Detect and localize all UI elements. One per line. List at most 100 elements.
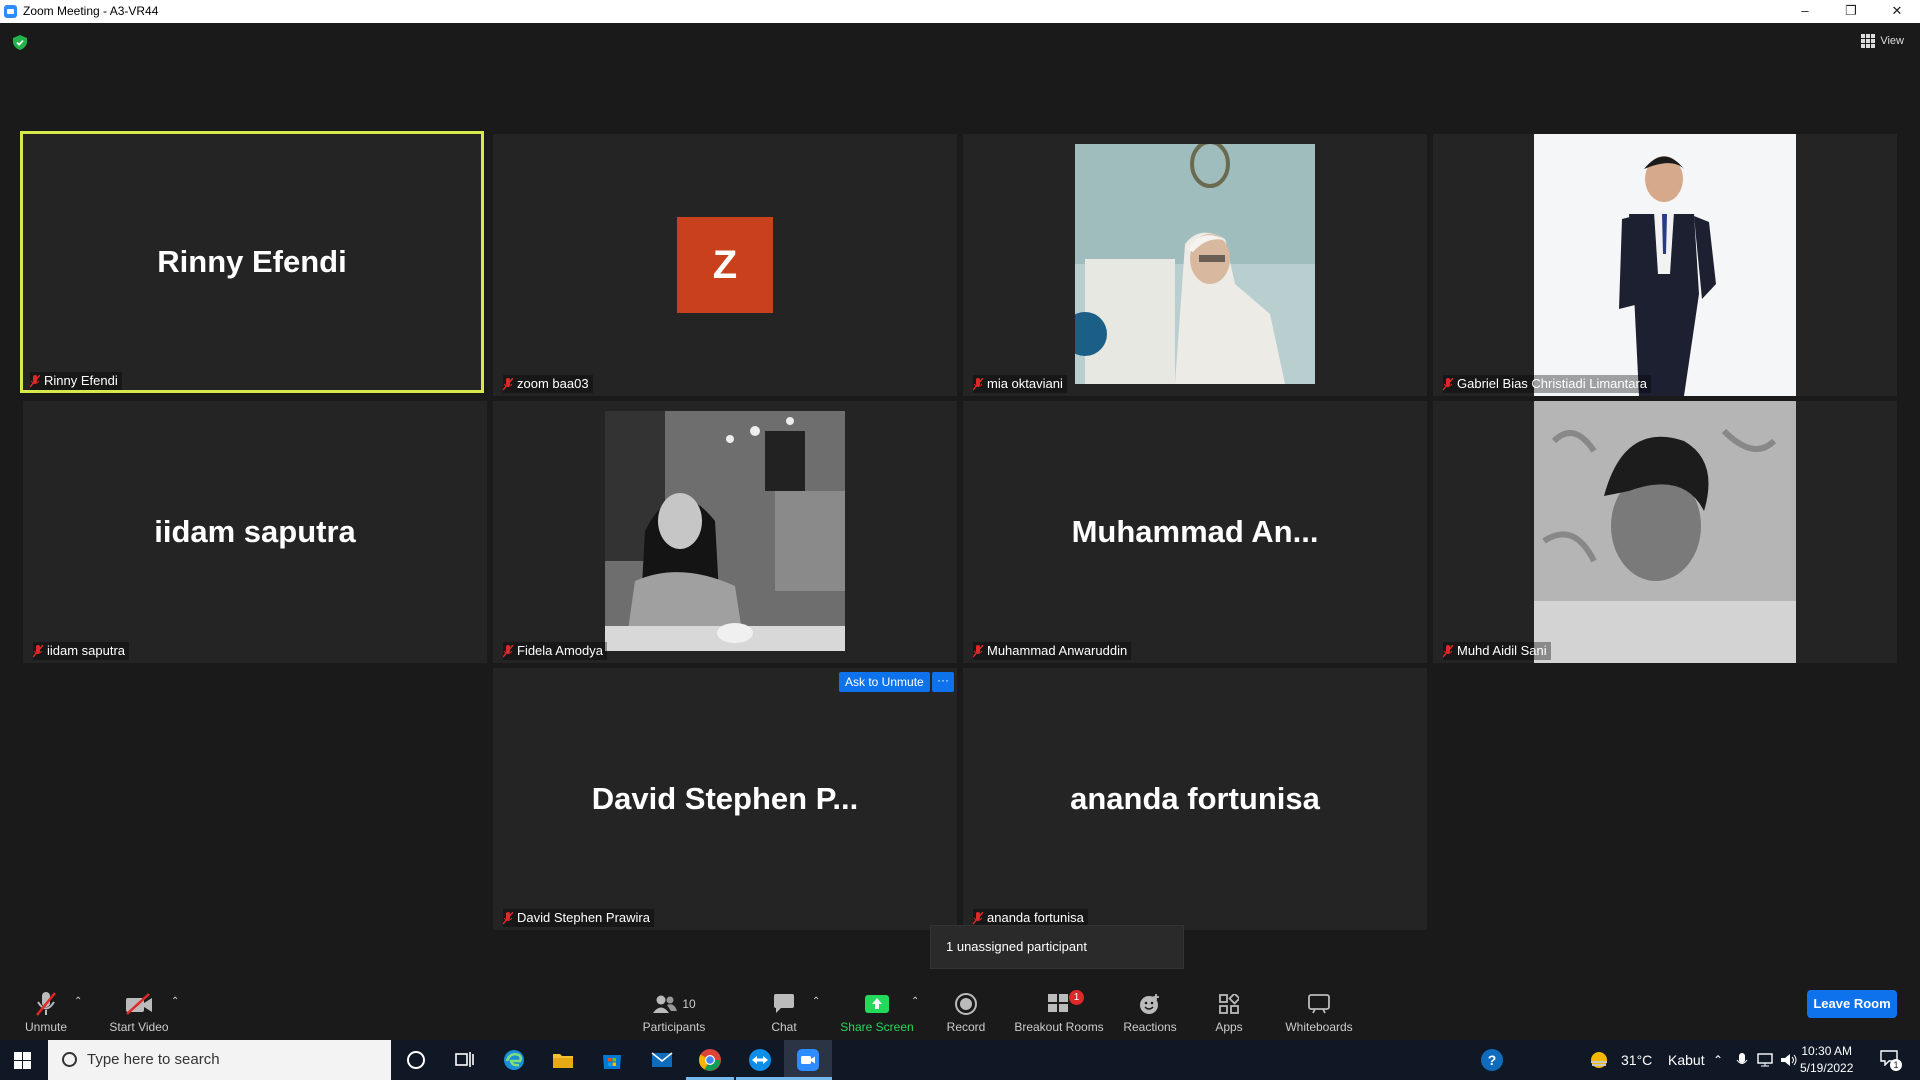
microphone-tray-icon[interactable]: [1734, 1052, 1750, 1068]
notification-center-button[interactable]: 1: [1880, 1050, 1902, 1071]
whiteboards-button[interactable]: Whiteboards: [1284, 990, 1354, 1034]
share-screen-icon: [865, 995, 889, 1013]
whiteboard-icon: [1308, 994, 1330, 1014]
reactions-button[interactable]: Reactions: [1122, 990, 1178, 1034]
video-tile-rinny-efendi[interactable]: Rinny Efendi Rinny Efendi: [20, 131, 484, 393]
participant-name: Rinny Efendi: [44, 373, 118, 388]
video-tile-david-stephen[interactable]: David Stephen P... David Stephen Prawira: [493, 668, 957, 930]
participant-name: mia oktaviani: [987, 376, 1063, 391]
clock-time: 10:30 AM: [1801, 1044, 1853, 1058]
apps-button[interactable]: Apps: [1210, 990, 1248, 1034]
breakout-rooms-icon: [1048, 994, 1068, 1012]
search-placeholder: Type here to search: [87, 1051, 220, 1068]
record-icon: [955, 993, 977, 1015]
windows-start-icon[interactable]: [14, 1052, 31, 1069]
close-icon[interactable]: ✕: [1874, 0, 1920, 23]
file-explorer-icon[interactable]: [551, 1048, 575, 1072]
apps-label: Apps: [1215, 1020, 1243, 1034]
video-tile-zoom-baa03[interactable]: Z zoom baa03: [493, 134, 957, 396]
mic-muted-icon: [973, 644, 983, 657]
participant-video: [1534, 134, 1796, 396]
edge-browser-icon[interactable]: [502, 1048, 526, 1072]
mic-muted-icon: [973, 911, 983, 924]
tile-display-name: ananda fortunisa: [1070, 781, 1320, 816]
grid-view-icon: [1861, 34, 1876, 48]
reactions-icon: [1140, 994, 1159, 1014]
video-tile-gabriel-bias[interactable]: Gabriel Bias Christiadi Limantara: [1433, 134, 1897, 396]
share-options-caret-icon[interactable]: ⌃: [911, 996, 919, 1007]
encryption-shield-icon[interactable]: [13, 35, 27, 50]
zoom-app-icon: [4, 5, 17, 18]
cortana-icon[interactable]: [404, 1048, 428, 1072]
participants-button[interactable]: 10 Participants: [638, 990, 710, 1034]
chat-button[interactable]: Chat: [764, 990, 804, 1034]
tile-more-options-button[interactable]: ···: [932, 672, 954, 692]
restore-icon[interactable]: ❐: [1828, 0, 1874, 23]
volume-icon[interactable]: [1780, 1052, 1798, 1068]
participant-name: David Stephen Prawira: [517, 910, 650, 925]
weather-temperature[interactable]: 31°C: [1621, 1040, 1652, 1080]
participant-video: [1534, 401, 1796, 663]
tile-name-label: mia oktaviani: [973, 375, 1067, 393]
window-titlebar: Zoom Meeting - A3-VR44 – ❐ ✕: [0, 0, 1920, 23]
breakout-rooms-button[interactable]: 1 Breakout Rooms: [1012, 990, 1106, 1034]
share-screen-label: Share Screen: [840, 1020, 914, 1034]
video-tile-iidam-saputra[interactable]: iidam saputra iidam saputra: [23, 401, 487, 663]
video-options-caret-icon[interactable]: ⌃: [171, 996, 179, 1007]
unassigned-participant-tooltip: 1 unassigned participant: [930, 925, 1184, 969]
search-icon: [62, 1052, 77, 1067]
teamviewer-icon[interactable]: [748, 1048, 772, 1072]
video-tile-muhd-aidil-sani[interactable]: Muhd Aidil Sani: [1433, 401, 1897, 663]
tile-display-name: Rinny Efendi: [157, 244, 347, 279]
audio-options-caret-icon[interactable]: ⌃: [74, 996, 82, 1007]
video-tile-muhammad-anwaruddin[interactable]: Muhammad An... Muhammad Anwaruddin: [963, 401, 1427, 663]
tile-display-name: Muhammad An...: [1071, 514, 1319, 549]
start-video-label: Start Video: [109, 1020, 169, 1034]
mic-muted-icon: [973, 377, 983, 390]
notification-count-badge: 1: [1890, 1059, 1902, 1071]
windows-taskbar: Type here to search ? 31°C Kabut ⌃ 10:30…: [0, 1040, 1920, 1080]
weather-description[interactable]: Kabut: [1668, 1040, 1705, 1080]
participants-count: 10: [682, 997, 696, 1011]
mic-muted-icon: [30, 374, 40, 387]
tile-name-label: zoom baa03: [503, 375, 593, 393]
unmute-label: Unmute: [24, 1020, 68, 1034]
zoom-icon[interactable]: [796, 1048, 820, 1072]
task-view-icon[interactable]: [452, 1048, 476, 1072]
chat-icon: [774, 994, 794, 1013]
chrome-icon[interactable]: [698, 1048, 722, 1072]
svg-text:?: ?: [1488, 1052, 1497, 1068]
video-tile-ananda-fortunisa[interactable]: ananda fortunisa ananda fortunisa: [963, 668, 1427, 930]
chat-options-caret-icon[interactable]: ⌃: [812, 996, 820, 1007]
view-button[interactable]: View: [1861, 34, 1904, 48]
participant-video: [1075, 144, 1315, 384]
whiteboards-label: Whiteboards: [1285, 1020, 1353, 1034]
breakout-badge: 1: [1069, 990, 1084, 1005]
video-tile-fidela-amodya[interactable]: Fidela Amodya: [493, 401, 957, 663]
help-icon[interactable]: ?: [1480, 1048, 1504, 1072]
participant-name: Muhd Aidil Sani: [1457, 643, 1547, 658]
leave-room-button[interactable]: Leave Room: [1807, 990, 1897, 1018]
participant-name: Muhammad Anwaruddin: [987, 643, 1128, 658]
unmute-button[interactable]: Unmute: [22, 990, 70, 1034]
video-tile-mia-oktaviani[interactable]: mia oktaviani: [963, 134, 1427, 396]
weather-icon[interactable]: [1589, 1050, 1609, 1070]
record-button[interactable]: Record: [942, 990, 990, 1034]
share-screen-button[interactable]: Share Screen: [838, 990, 916, 1034]
mail-icon[interactable]: [650, 1048, 674, 1072]
microsoft-store-icon[interactable]: [600, 1048, 624, 1072]
start-video-button[interactable]: Start Video: [105, 990, 173, 1034]
mic-muted-icon: [33, 644, 43, 657]
participant-video: [605, 411, 845, 651]
mic-muted-icon: [503, 644, 513, 657]
network-icon[interactable]: [1757, 1052, 1775, 1068]
minimize-icon[interactable]: –: [1782, 0, 1828, 23]
tile-name-label: Muhammad Anwaruddin: [973, 642, 1132, 660]
tile-name-label: Gabriel Bias Christiadi Limantara: [1443, 375, 1652, 393]
taskbar-clock[interactable]: 10:30 AM 5/19/2022: [1800, 1043, 1853, 1077]
show-hidden-icons-chevron-icon[interactable]: ⌃: [1713, 1040, 1723, 1080]
tile-display-name: iidam saputra: [154, 514, 356, 549]
mic-muted-icon: [503, 911, 513, 924]
ask-to-unmute-button[interactable]: Ask to Unmute: [839, 672, 930, 692]
taskbar-search-box[interactable]: Type here to search: [48, 1040, 391, 1080]
